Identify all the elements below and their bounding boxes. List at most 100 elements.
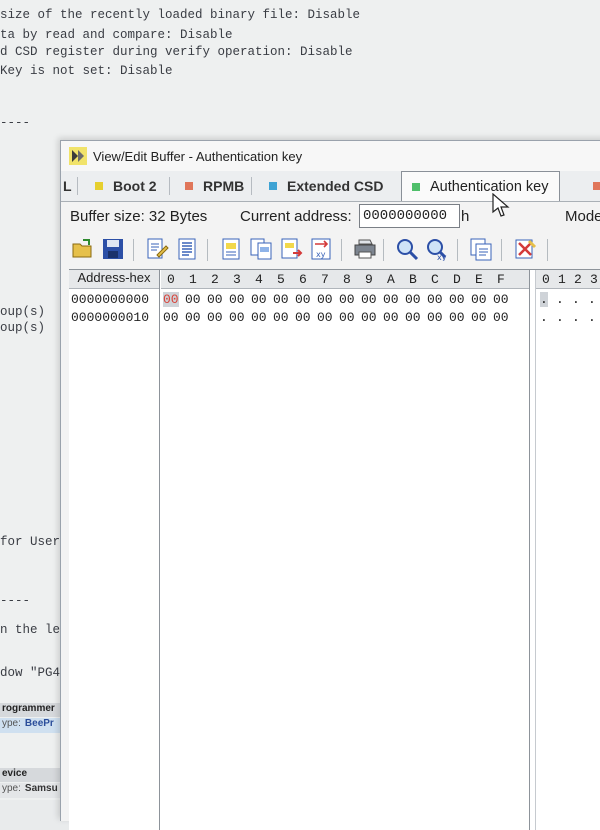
hex-column-header: 7 <box>321 272 329 287</box>
edit-icon[interactable] <box>145 237 169 261</box>
hex-byte-cell[interactable]: 00 <box>339 310 355 325</box>
tab-color-icon <box>412 182 420 191</box>
tab-bar: L Boot 2 RPMB Extended CSD Authenticatio… <box>61 171 600 202</box>
title-bar[interactable]: View/Edit Buffer - Authentication key <box>61 141 600 171</box>
device-panel-header: evice <box>0 768 68 782</box>
tab-extended-csd[interactable]: Extended CSD <box>269 173 383 199</box>
tab-color-icon <box>269 182 277 190</box>
hex-editor-grid[interactable]: Address-hex 0000000000 0000000010 012345… <box>69 269 600 830</box>
ascii-column-header: 0 <box>542 272 550 287</box>
hex-column-header: 4 <box>255 272 263 287</box>
hex-column-header: 8 <box>343 272 351 287</box>
hex-byte-cell[interactable]: 00 <box>295 310 311 325</box>
find-icon[interactable] <box>395 237 419 261</box>
hex-column-header: 6 <box>299 272 307 287</box>
fill-icon[interactable] <box>469 237 493 261</box>
hex-data-area[interactable]: 0 1 2 3 4 5 6 7 8 9 A B C D E F 00 00 00 00 00 00 00 00 00 00 00 00… <box>161 270 530 830</box>
hex-byte-cell[interactable]: 00 <box>361 310 377 325</box>
hex-byte-cell[interactable]: 00 <box>405 292 421 307</box>
device-type-label: ype: <box>2 783 21 794</box>
hex-byte-cell[interactable]: 00 <box>229 292 245 307</box>
ascii-char-cell[interactable]: . <box>572 292 580 307</box>
hex-byte-cell[interactable]: 00 <box>405 310 421 325</box>
hex-byte-cell[interactable]: 00 <box>493 292 509 307</box>
tab-color-icon <box>95 182 103 190</box>
hex-byte-cell[interactable]: 00 <box>427 292 443 307</box>
hex-byte-cell[interactable]: 00 <box>493 310 509 325</box>
hex-byte-cell[interactable]: 00 <box>251 292 267 307</box>
ascii-char-cell[interactable]: . <box>588 292 596 307</box>
tab-rpmb[interactable]: RPMB <box>185 173 244 199</box>
tab-boot-2[interactable]: Boot 2 <box>95 173 157 199</box>
hex-byte-cell[interactable]: 00 <box>471 310 487 325</box>
toolbar-separator <box>457 239 458 261</box>
hex-byte-cell[interactable]: 00 <box>427 310 443 325</box>
toolbar-separator <box>547 239 548 261</box>
device-type-row[interactable]: ype: Samsu <box>0 783 68 798</box>
hex-byte-cell[interactable]: 00 <box>317 292 333 307</box>
hex-byte-cell[interactable]: 00 <box>273 310 289 325</box>
tab-authentication-key[interactable]: Authentication key <box>401 171 560 201</box>
text-doc-icon[interactable] <box>175 237 199 261</box>
log-separator: ---- <box>0 594 31 608</box>
ascii-char-cell[interactable]: . <box>540 292 548 307</box>
ascii-data-area[interactable]: 0123........ <box>535 270 600 830</box>
ascii-char-cell[interactable]: . <box>540 310 548 325</box>
tab-color-icon <box>593 182 600 190</box>
erase-icon[interactable] <box>513 237 537 261</box>
hex-byte-cell[interactable]: 00 <box>383 310 399 325</box>
hex-byte-cell[interactable]: 00 <box>471 292 487 307</box>
ascii-char-cell[interactable]: . <box>588 310 596 325</box>
hex-column-header: 1 <box>189 272 197 287</box>
tab-previous[interactable]: L <box>63 173 72 199</box>
address-cell: 0000000000 <box>71 292 150 307</box>
hex-byte-cell[interactable]: 00 <box>383 292 399 307</box>
ascii-char-cell[interactable]: . <box>572 310 580 325</box>
address-hex-suffix: h <box>461 208 470 225</box>
toolbar-separator <box>383 239 384 261</box>
toolbar-separator <box>207 239 208 261</box>
address-cell: 0000000010 <box>71 310 150 325</box>
current-address-label: Current address: <box>240 208 352 225</box>
hex-byte-cell[interactable]: 00 <box>207 310 223 325</box>
find-xy-icon[interactable]: xy <box>425 237 449 261</box>
tab-next[interactable] <box>593 173 600 199</box>
programmer-type-value: BeePr <box>24 718 54 729</box>
hex-byte-cell[interactable]: 00 <box>449 310 465 325</box>
address-column: Address-hex 0000000000 0000000010 <box>69 270 160 830</box>
toolbar-separator <box>501 239 502 261</box>
programmer-type-label: ype: <box>2 718 21 729</box>
log-separator: ---- <box>0 116 31 130</box>
hex-byte-cell[interactable]: 00 <box>361 292 377 307</box>
hex-byte-cell[interactable]: 00 <box>339 292 355 307</box>
ascii-column-header: 1 <box>558 272 566 287</box>
tab-label: Boot 2 <box>113 178 157 194</box>
ascii-char-cell[interactable]: . <box>556 292 564 307</box>
hex-byte-cell[interactable]: 00 <box>185 292 201 307</box>
tab-label: RPMB <box>203 178 245 194</box>
programmer-type-row[interactable]: ype: BeePr <box>0 718 68 733</box>
hex-byte-cell[interactable]: 00 <box>229 310 245 325</box>
hex-byte-cell[interactable]: 00 <box>251 310 267 325</box>
hex-column-header: 9 <box>365 272 373 287</box>
save-icon[interactable] <box>101 237 125 261</box>
hex-byte-cell[interactable]: 00 <box>273 292 289 307</box>
hex-byte-cell[interactable]: 00 <box>163 292 179 307</box>
log-line: oup(s) <box>0 305 46 319</box>
current-address-input[interactable]: 0000000000 <box>359 204 460 228</box>
ascii-char-cell[interactable]: . <box>556 310 564 325</box>
move-block-icon[interactable] <box>279 237 303 261</box>
copy-block-icon[interactable] <box>249 237 273 261</box>
hex-byte-cell[interactable]: 00 <box>185 310 201 325</box>
hex-column-header: D <box>453 272 461 287</box>
address-column-header: Address-hex <box>69 270 159 289</box>
hex-byte-cell[interactable]: 00 <box>163 310 179 325</box>
copy-icon[interactable] <box>219 237 243 261</box>
open-file-icon[interactable] <box>71 237 95 261</box>
hex-byte-cell[interactable]: 00 <box>207 292 223 307</box>
print-icon[interactable] <box>353 237 377 261</box>
hex-byte-cell[interactable]: 00 <box>449 292 465 307</box>
swap-xy-icon[interactable]: xy <box>309 237 333 261</box>
hex-byte-cell[interactable]: 00 <box>317 310 333 325</box>
hex-byte-cell[interactable]: 00 <box>295 292 311 307</box>
